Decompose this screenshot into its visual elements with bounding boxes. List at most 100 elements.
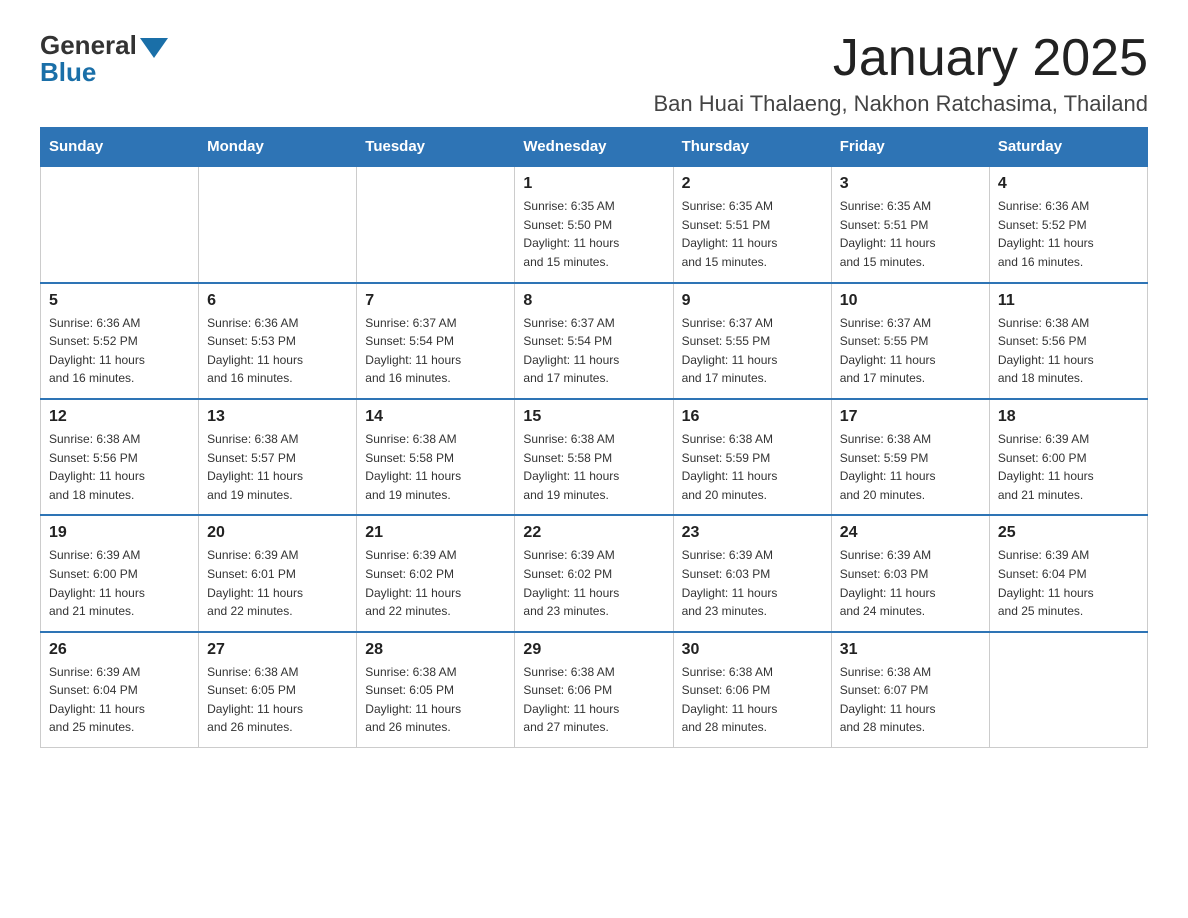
calendar-cell: 29 Sunrise: 6:38 AMSunset: 6:06 PMDayligh… xyxy=(515,632,673,748)
calendar-cell: 5 Sunrise: 6:36 AMSunset: 5:52 PMDaylight… xyxy=(41,283,199,399)
day-info: Sunrise: 6:39 AMSunset: 6:04 PMDaylight:… xyxy=(49,663,190,737)
calendar-cell: 28 Sunrise: 6:38 AMSunset: 6:05 PMDayligh… xyxy=(357,632,515,748)
day-number: 15 xyxy=(523,408,664,426)
calendar-cell xyxy=(199,166,357,282)
header-wednesday: Wednesday xyxy=(515,128,673,167)
calendar-cell: 13Sunrise: 6:38 AMSunset: 5:57 PMDayligh… xyxy=(199,399,357,515)
calendar-cell: 7 Sunrise: 6:37 AMSunset: 5:54 PMDaylight… xyxy=(357,283,515,399)
day-info: Sunrise: 6:39 AMSunset: 6:02 PMDaylight:… xyxy=(365,546,506,620)
calendar-cell: 8Sunrise: 6:37 AMSunset: 5:54 PMDaylight… xyxy=(515,283,673,399)
day-info: Sunrise: 6:38 AMSunset: 5:59 PMDaylight:… xyxy=(840,430,981,504)
calendar-header-row: SundayMondayTuesdayWednesdayThursdayFrid… xyxy=(41,128,1148,167)
day-info: Sunrise: 6:37 AMSunset: 5:55 PMDaylight:… xyxy=(682,314,823,388)
header: General Blue January 2025 Ban Huai Thala… xyxy=(40,30,1148,117)
day-number: 29 xyxy=(523,641,664,659)
calendar-cell: 31 Sunrise: 6:38 AMSunset: 6:07 PMDayligh… xyxy=(831,632,989,748)
day-info: Sunrise: 6:38 AMSunset: 5:58 PMDaylight:… xyxy=(523,430,664,504)
calendar-cell: 22Sunrise: 6:39 AMSunset: 6:02 PMDayligh… xyxy=(515,515,673,631)
title-area: January 2025 Ban Huai Thalaeng, Nakhon R… xyxy=(654,30,1149,117)
day-info: Sunrise: 6:39 AMSunset: 6:03 PMDaylight:… xyxy=(682,546,823,620)
day-info: Sunrise: 6:38 AMSunset: 6:06 PMDaylight:… xyxy=(682,663,823,737)
day-info: Sunrise: 6:38 AMSunset: 5:56 PMDaylight:… xyxy=(49,430,190,504)
day-number: 31 xyxy=(840,641,981,659)
calendar-cell: 19 Sunrise: 6:39 AMSunset: 6:00 PMDayligh… xyxy=(41,515,199,631)
day-info: Sunrise: 6:38 AMSunset: 6:06 PMDaylight:… xyxy=(523,663,664,737)
day-info: Sunrise: 6:36 AMSunset: 5:52 PMDaylight:… xyxy=(49,314,190,388)
day-number: 28 xyxy=(365,641,506,659)
day-info: Sunrise: 6:38 AMSunset: 6:05 PMDaylight:… xyxy=(365,663,506,737)
calendar-cell: 24Sunrise: 6:39 AMSunset: 6:03 PMDayligh… xyxy=(831,515,989,631)
day-number: 4 xyxy=(998,175,1139,193)
calendar-cell: 14 Sunrise: 6:38 AMSunset: 5:58 PMDayligh… xyxy=(357,399,515,515)
day-number: 20 xyxy=(207,524,348,542)
day-number: 12 xyxy=(49,408,190,426)
day-info: Sunrise: 6:39 AMSunset: 6:00 PMDaylight:… xyxy=(49,546,190,620)
calendar-cell: 21 Sunrise: 6:39 AMSunset: 6:02 PMDayligh… xyxy=(357,515,515,631)
day-info: Sunrise: 6:38 AMSunset: 6:07 PMDaylight:… xyxy=(840,663,981,737)
day-number: 16 xyxy=(682,408,823,426)
day-number: 18 xyxy=(998,408,1139,426)
day-number: 7 xyxy=(365,292,506,310)
header-tuesday: Tuesday xyxy=(357,128,515,167)
calendar-cell: 10 Sunrise: 6:37 AMSunset: 5:55 PMDayligh… xyxy=(831,283,989,399)
calendar-cell: 2 Sunrise: 6:35 AMSunset: 5:51 PMDaylight… xyxy=(673,166,831,282)
week-row-5: 26Sunrise: 6:39 AMSunset: 6:04 PMDayligh… xyxy=(41,632,1148,748)
header-friday: Friday xyxy=(831,128,989,167)
calendar-subtitle: Ban Huai Thalaeng, Nakhon Ratchasima, Th… xyxy=(654,91,1149,117)
day-info: Sunrise: 6:38 AMSunset: 5:56 PMDaylight:… xyxy=(998,314,1139,388)
header-thursday: Thursday xyxy=(673,128,831,167)
day-info: Sunrise: 6:37 AMSunset: 5:54 PMDaylight:… xyxy=(365,314,506,388)
day-info: Sunrise: 6:37 AMSunset: 5:55 PMDaylight:… xyxy=(840,314,981,388)
day-number: 27 xyxy=(207,641,348,659)
day-info: Sunrise: 6:39 AMSunset: 6:01 PMDaylight:… xyxy=(207,546,348,620)
day-number: 10 xyxy=(840,292,981,310)
day-info: Sunrise: 6:35 AMSunset: 5:50 PMDaylight:… xyxy=(523,197,664,271)
calendar-cell: 6Sunrise: 6:36 AMSunset: 5:53 PMDaylight… xyxy=(199,283,357,399)
day-info: Sunrise: 6:38 AMSunset: 5:59 PMDaylight:… xyxy=(682,430,823,504)
day-number: 1 xyxy=(523,175,664,193)
calendar-title: January 2025 xyxy=(654,30,1149,87)
calendar-cell: 16 Sunrise: 6:38 AMSunset: 5:59 PMDayligh… xyxy=(673,399,831,515)
day-info: Sunrise: 6:35 AMSunset: 5:51 PMDaylight:… xyxy=(840,197,981,271)
day-info: Sunrise: 6:36 AMSunset: 5:52 PMDaylight:… xyxy=(998,197,1139,271)
day-number: 2 xyxy=(682,175,823,193)
day-info: Sunrise: 6:38 AMSunset: 5:58 PMDaylight:… xyxy=(365,430,506,504)
calendar-cell: 4 Sunrise: 6:36 AMSunset: 5:52 PMDaylight… xyxy=(989,166,1147,282)
logo-blue-text: Blue xyxy=(40,57,96,88)
day-number: 11 xyxy=(998,292,1139,310)
week-row-4: 19 Sunrise: 6:39 AMSunset: 6:00 PMDayligh… xyxy=(41,515,1148,631)
calendar-cell: 23 Sunrise: 6:39 AMSunset: 6:03 PMDayligh… xyxy=(673,515,831,631)
calendar-cell: 20 Sunrise: 6:39 AMSunset: 6:01 PMDayligh… xyxy=(199,515,357,631)
calendar-table: SundayMondayTuesdayWednesdayThursdayFrid… xyxy=(40,127,1148,748)
calendar-cell: 17Sunrise: 6:38 AMSunset: 5:59 PMDayligh… xyxy=(831,399,989,515)
calendar-cell: 11 Sunrise: 6:38 AMSunset: 5:56 PMDayligh… xyxy=(989,283,1147,399)
calendar-cell: 15 Sunrise: 6:38 AMSunset: 5:58 PMDayligh… xyxy=(515,399,673,515)
day-number: 3 xyxy=(840,175,981,193)
day-info: Sunrise: 6:39 AMSunset: 6:00 PMDaylight:… xyxy=(998,430,1139,504)
week-row-3: 12 Sunrise: 6:38 AMSunset: 5:56 PMDayligh… xyxy=(41,399,1148,515)
calendar-cell: 25Sunrise: 6:39 AMSunset: 6:04 PMDayligh… xyxy=(989,515,1147,631)
calendar-cell xyxy=(989,632,1147,748)
calendar-cell: 30Sunrise: 6:38 AMSunset: 6:06 PMDayligh… xyxy=(673,632,831,748)
calendar-cell: 27 Sunrise: 6:38 AMSunset: 6:05 PMDayligh… xyxy=(199,632,357,748)
calendar-cell xyxy=(357,166,515,282)
day-number: 19 xyxy=(49,524,190,542)
day-number: 23 xyxy=(682,524,823,542)
day-number: 21 xyxy=(365,524,506,542)
day-info: Sunrise: 6:39 AMSunset: 6:04 PMDaylight:… xyxy=(998,546,1139,620)
week-row-2: 5 Sunrise: 6:36 AMSunset: 5:52 PMDaylight… xyxy=(41,283,1148,399)
logo: General Blue xyxy=(40,30,168,88)
calendar-cell: 18 Sunrise: 6:39 AMSunset: 6:00 PMDayligh… xyxy=(989,399,1147,515)
day-info: Sunrise: 6:36 AMSunset: 5:53 PMDaylight:… xyxy=(207,314,348,388)
day-number: 14 xyxy=(365,408,506,426)
day-number: 9 xyxy=(682,292,823,310)
day-info: Sunrise: 6:38 AMSunset: 6:05 PMDaylight:… xyxy=(207,663,348,737)
day-info: Sunrise: 6:35 AMSunset: 5:51 PMDaylight:… xyxy=(682,197,823,271)
day-number: 24 xyxy=(840,524,981,542)
calendar-cell: 12 Sunrise: 6:38 AMSunset: 5:56 PMDayligh… xyxy=(41,399,199,515)
calendar-cell: 1 Sunrise: 6:35 AMSunset: 5:50 PMDaylight… xyxy=(515,166,673,282)
day-number: 22 xyxy=(523,524,664,542)
day-number: 5 xyxy=(49,292,190,310)
calendar-cell: 26Sunrise: 6:39 AMSunset: 6:04 PMDayligh… xyxy=(41,632,199,748)
header-saturday: Saturday xyxy=(989,128,1147,167)
